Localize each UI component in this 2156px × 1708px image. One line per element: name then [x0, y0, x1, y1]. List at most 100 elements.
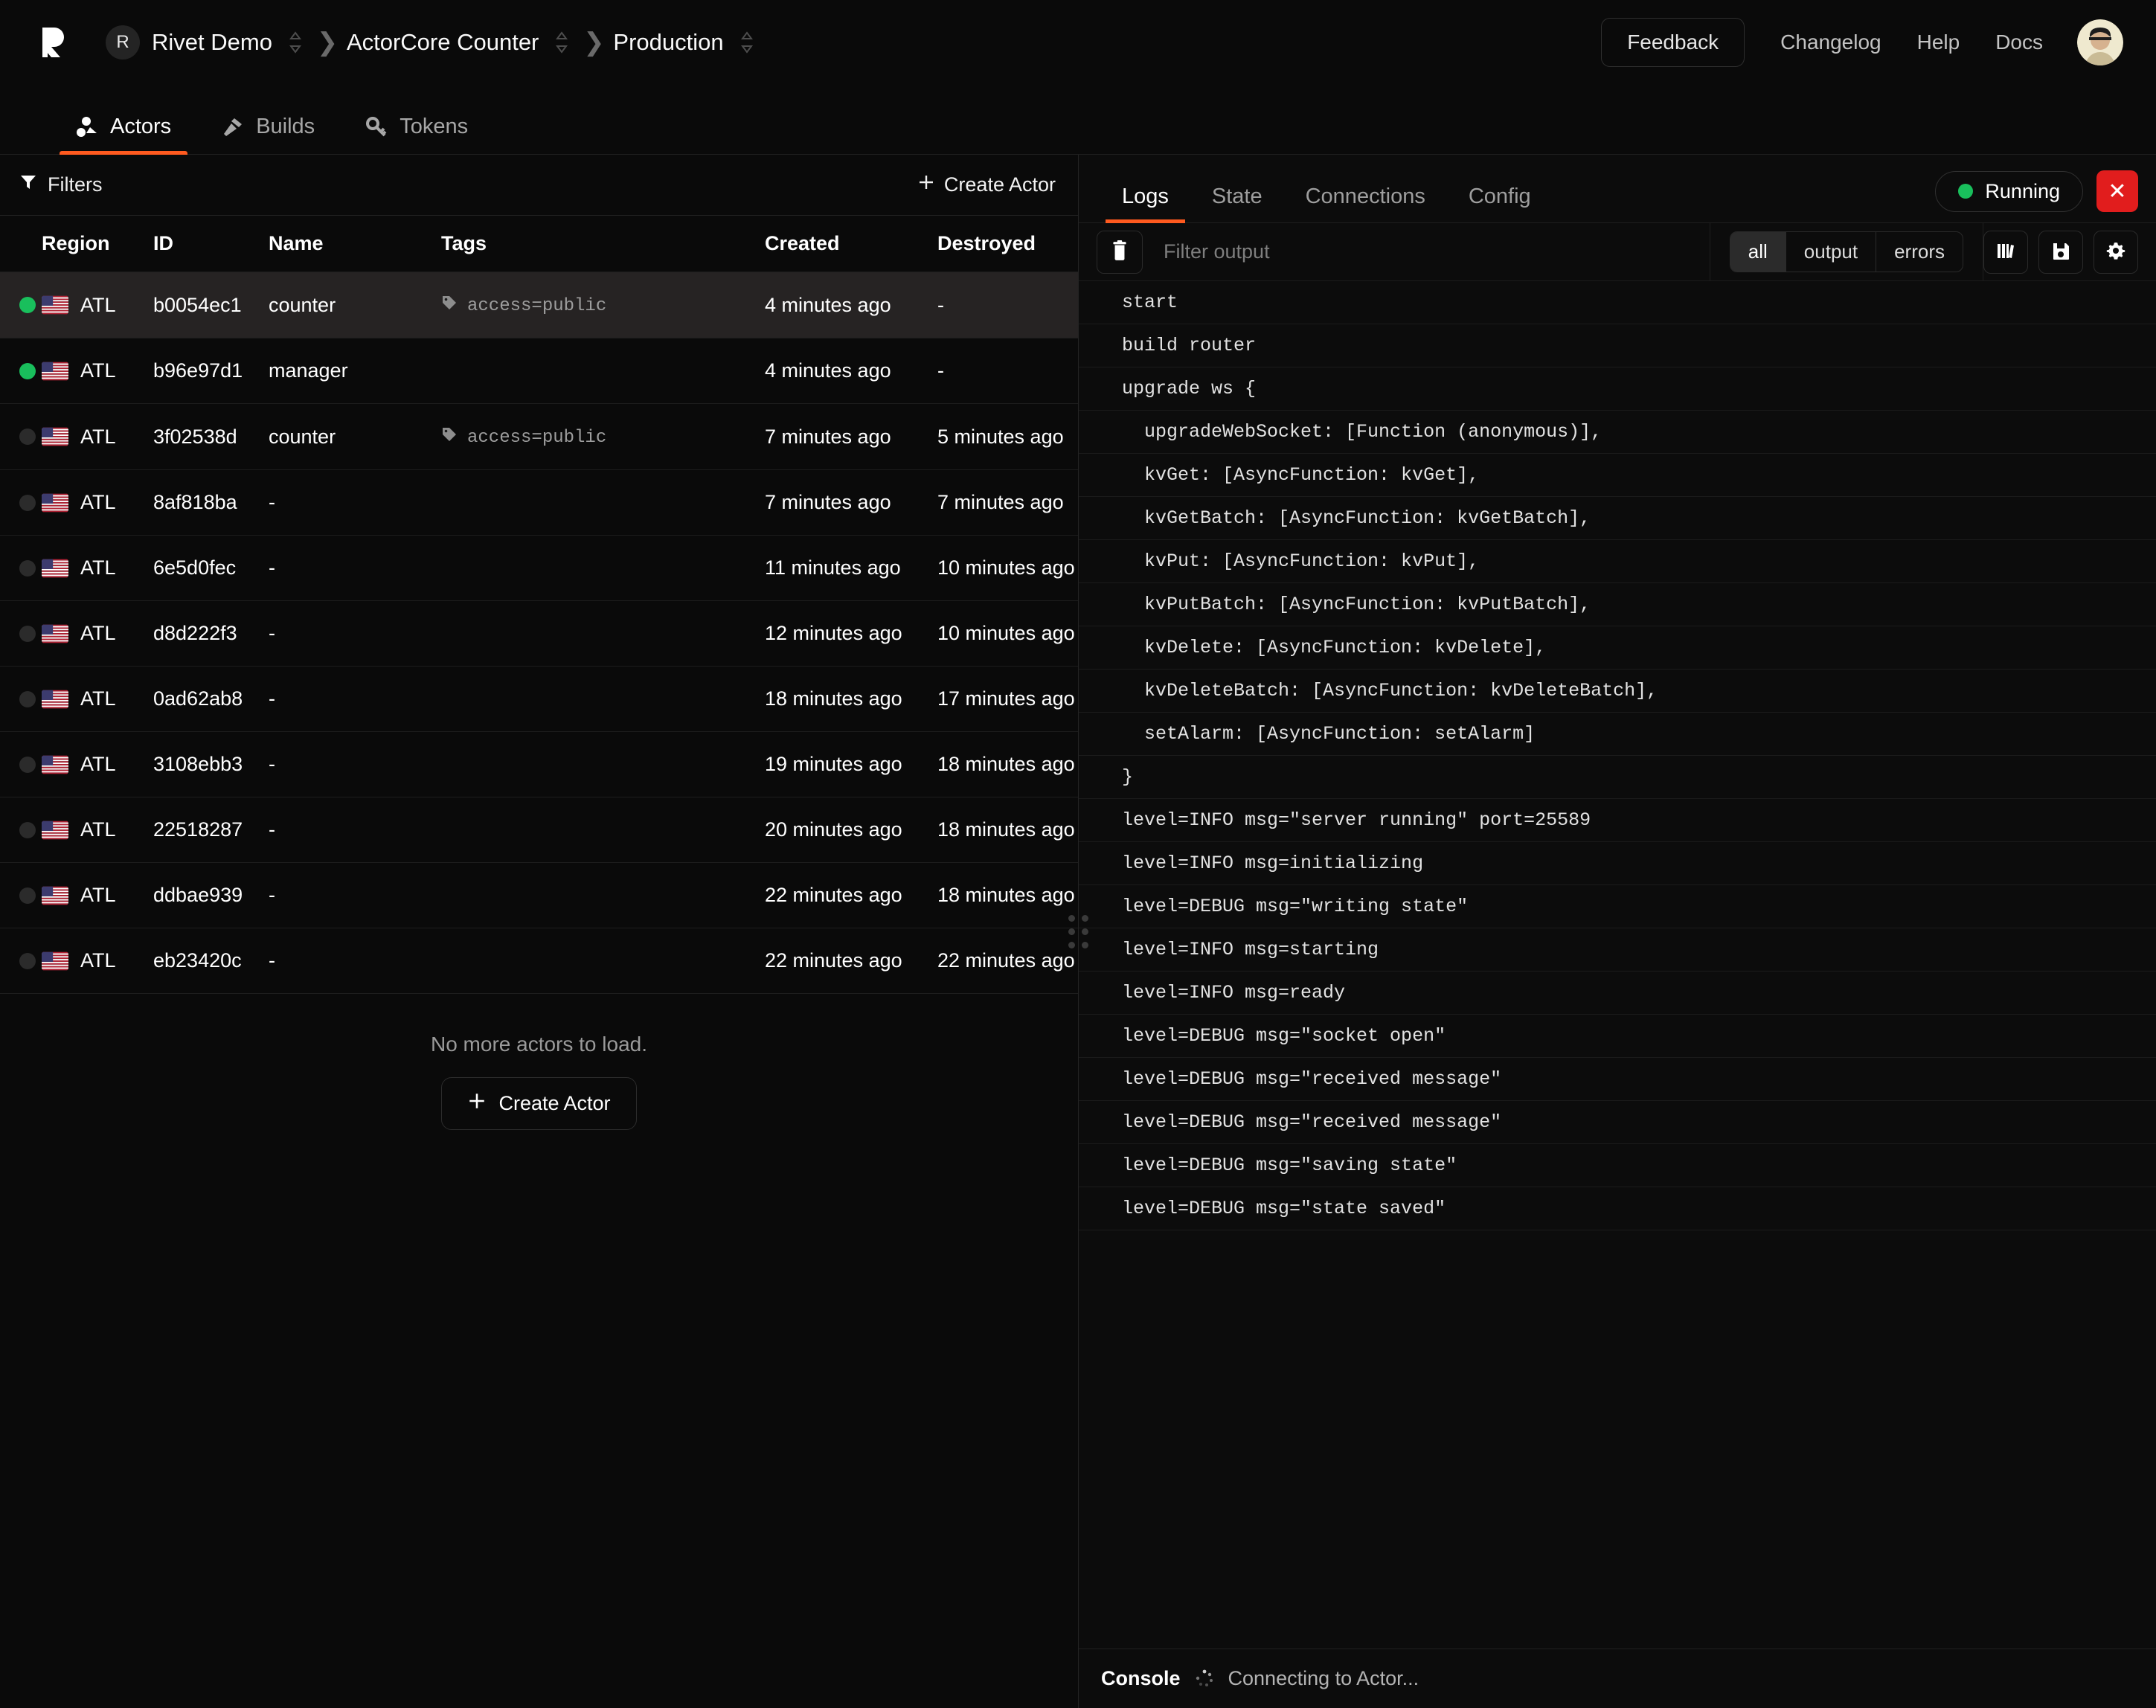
rivet-logo-icon[interactable] — [33, 21, 76, 64]
table-row[interactable]: ATL ddbae939 - 22 minutes ago 18 minutes… — [0, 863, 1078, 928]
row-status — [0, 601, 42, 667]
breadcrumb-item-project[interactable]: ActorCore Counter — [347, 25, 574, 60]
docs-link[interactable]: Docs — [1995, 30, 2043, 54]
table-row[interactable]: ATL b0054ec1 counter access=public 4 min… — [0, 272, 1078, 338]
chevron-updown-icon[interactable] — [549, 25, 574, 60]
console-bar[interactable]: Console Connecting to Actor... — [1079, 1648, 2156, 1708]
log-line: kvDeleteBatch: [AsyncFunction: kvDeleteB… — [1079, 670, 2156, 713]
actors-list-panel: Filters Create Actor Region ID Name Tags… — [0, 155, 1079, 1708]
status-dot-icon — [19, 691, 36, 707]
row-id: 6e5d0fec — [153, 536, 269, 601]
table-row[interactable]: ATL 3108ebb3 - 19 minutes ago 18 minutes… — [0, 732, 1078, 797]
log-line: setAlarm: [AsyncFunction: setAlarm] — [1079, 713, 2156, 756]
chevron-updown-icon[interactable] — [734, 25, 760, 60]
log-line: level=DEBUG msg="state saved" — [1079, 1187, 2156, 1230]
row-tags — [441, 797, 765, 863]
user-avatar[interactable] — [2077, 19, 2123, 65]
segment-output[interactable]: output — [1786, 232, 1876, 272]
log-output[interactable]: startbuild routerupgrade ws { upgradeWeb… — [1079, 281, 2156, 1648]
row-name: manager — [269, 338, 441, 404]
th-id[interactable]: ID — [153, 216, 269, 272]
th-tags[interactable]: Tags — [441, 216, 765, 272]
status-badge[interactable]: Running — [1935, 171, 2083, 212]
segment-errors[interactable]: errors — [1876, 232, 1963, 272]
row-status — [0, 732, 42, 797]
row-created: 7 minutes ago — [765, 470, 937, 536]
row-region: ATL — [42, 601, 153, 667]
stop-actor-button[interactable]: ✕ — [2096, 170, 2138, 212]
region-label: ATL — [80, 426, 116, 449]
row-created: 7 minutes ago — [765, 404, 937, 470]
chevron-updown-icon[interactable] — [283, 25, 308, 60]
library-button[interactable] — [1983, 231, 2028, 274]
row-tags — [441, 732, 765, 797]
tab-actors[interactable]: Actors — [60, 115, 187, 154]
tag-label: access=public — [467, 428, 606, 448]
breadcrumb-separator: ❯ — [574, 28, 613, 57]
help-link[interactable]: Help — [1917, 30, 1960, 54]
table-row[interactable]: ATL eb23420c - 22 minutes ago 22 minutes… — [0, 928, 1078, 994]
feedback-button[interactable]: Feedback — [1601, 18, 1745, 67]
region-label: ATL — [80, 884, 116, 907]
table-row[interactable]: ATL 22518287 - 20 minutes ago 18 minutes… — [0, 797, 1078, 863]
table-row[interactable]: ATL 0ad62ab8 - 18 minutes ago 17 minutes… — [0, 667, 1078, 732]
save-button[interactable] — [2038, 231, 2083, 274]
filters-button[interactable]: Filters — [19, 173, 103, 196]
tab-logs[interactable]: Logs — [1106, 184, 1185, 222]
filters-label: Filters — [48, 173, 103, 196]
region-label: ATL — [80, 622, 116, 645]
save-icon — [2050, 240, 2071, 263]
log-line: kvDelete: [AsyncFunction: kvDelete], — [1079, 626, 2156, 670]
tag-chip: access=public — [441, 295, 606, 317]
panel-splitter[interactable] — [1071, 155, 1085, 1708]
breadcrumb-separator: ❯ — [308, 28, 347, 57]
th-region[interactable]: Region — [42, 216, 153, 272]
log-line: level=INFO msg=ready — [1079, 972, 2156, 1015]
table-row[interactable]: ATL 3f02538d counter access=public 7 min… — [0, 404, 1078, 470]
create-actor-top-button[interactable]: Create Actor — [917, 173, 1056, 196]
table-row[interactable]: ATL b96e97d1 manager 4 minutes ago - — [0, 338, 1078, 404]
th-destroyed[interactable]: Destroyed — [937, 216, 1078, 272]
log-filter-input[interactable] — [1164, 240, 1710, 263]
region-label: ATL — [80, 556, 116, 580]
table-row[interactable]: ATL d8d222f3 - 12 minutes ago 10 minutes… — [0, 601, 1078, 667]
th-created[interactable]: Created — [765, 216, 937, 272]
region-label: ATL — [80, 687, 116, 710]
row-name: - — [269, 470, 441, 536]
row-id: b96e97d1 — [153, 338, 269, 404]
row-id: 22518287 — [153, 797, 269, 863]
th-name[interactable]: Name — [269, 216, 441, 272]
tab-builds[interactable]: Builds — [205, 115, 331, 154]
table-row[interactable]: ATL 8af818ba - 7 minutes ago 7 minutes a… — [0, 470, 1078, 536]
tab-label-tokens: Tokens — [400, 115, 468, 139]
row-id: b0054ec1 — [153, 272, 269, 338]
changelog-link[interactable]: Changelog — [1780, 30, 1881, 54]
row-destroyed: 18 minutes ago — [937, 797, 1078, 863]
main-tabs: Actors Builds Tokens — [0, 84, 2156, 155]
tab-connections[interactable]: Connections — [1289, 184, 1442, 222]
row-name: counter — [269, 272, 441, 338]
log-line: build router — [1079, 324, 2156, 367]
filters-bar: Filters Create Actor — [0, 155, 1078, 216]
us-flag-icon — [42, 690, 68, 709]
clear-logs-button[interactable] — [1097, 231, 1143, 274]
tab-tokens[interactable]: Tokens — [349, 115, 484, 154]
breadcrumb-item-org[interactable]: R Rivet Demo — [106, 25, 308, 60]
org-avatar: R — [106, 25, 140, 60]
row-region: ATL — [42, 272, 153, 338]
log-line: kvGet: [AsyncFunction: kvGet], — [1079, 454, 2156, 497]
tab-config[interactable]: Config — [1452, 184, 1547, 222]
plus-icon — [467, 1091, 487, 1116]
th-status — [0, 216, 42, 272]
segment-all[interactable]: all — [1730, 232, 1786, 272]
tag-chip: access=public — [441, 426, 606, 449]
table-row[interactable]: ATL 6e5d0fec - 11 minutes ago 10 minutes… — [0, 536, 1078, 601]
log-line: upgradeWebSocket: [Function (anonymous)]… — [1079, 411, 2156, 454]
row-status — [0, 470, 42, 536]
create-actor-button[interactable]: Create Actor — [441, 1077, 636, 1130]
log-line: level=DEBUG msg="received message" — [1079, 1058, 2156, 1101]
tab-state[interactable]: State — [1196, 184, 1279, 222]
settings-button[interactable] — [2094, 231, 2138, 274]
breadcrumb-item-environment[interactable]: Production — [613, 25, 759, 60]
detail-tabs: Logs State Connections Config Running ✕ — [1079, 155, 2156, 223]
